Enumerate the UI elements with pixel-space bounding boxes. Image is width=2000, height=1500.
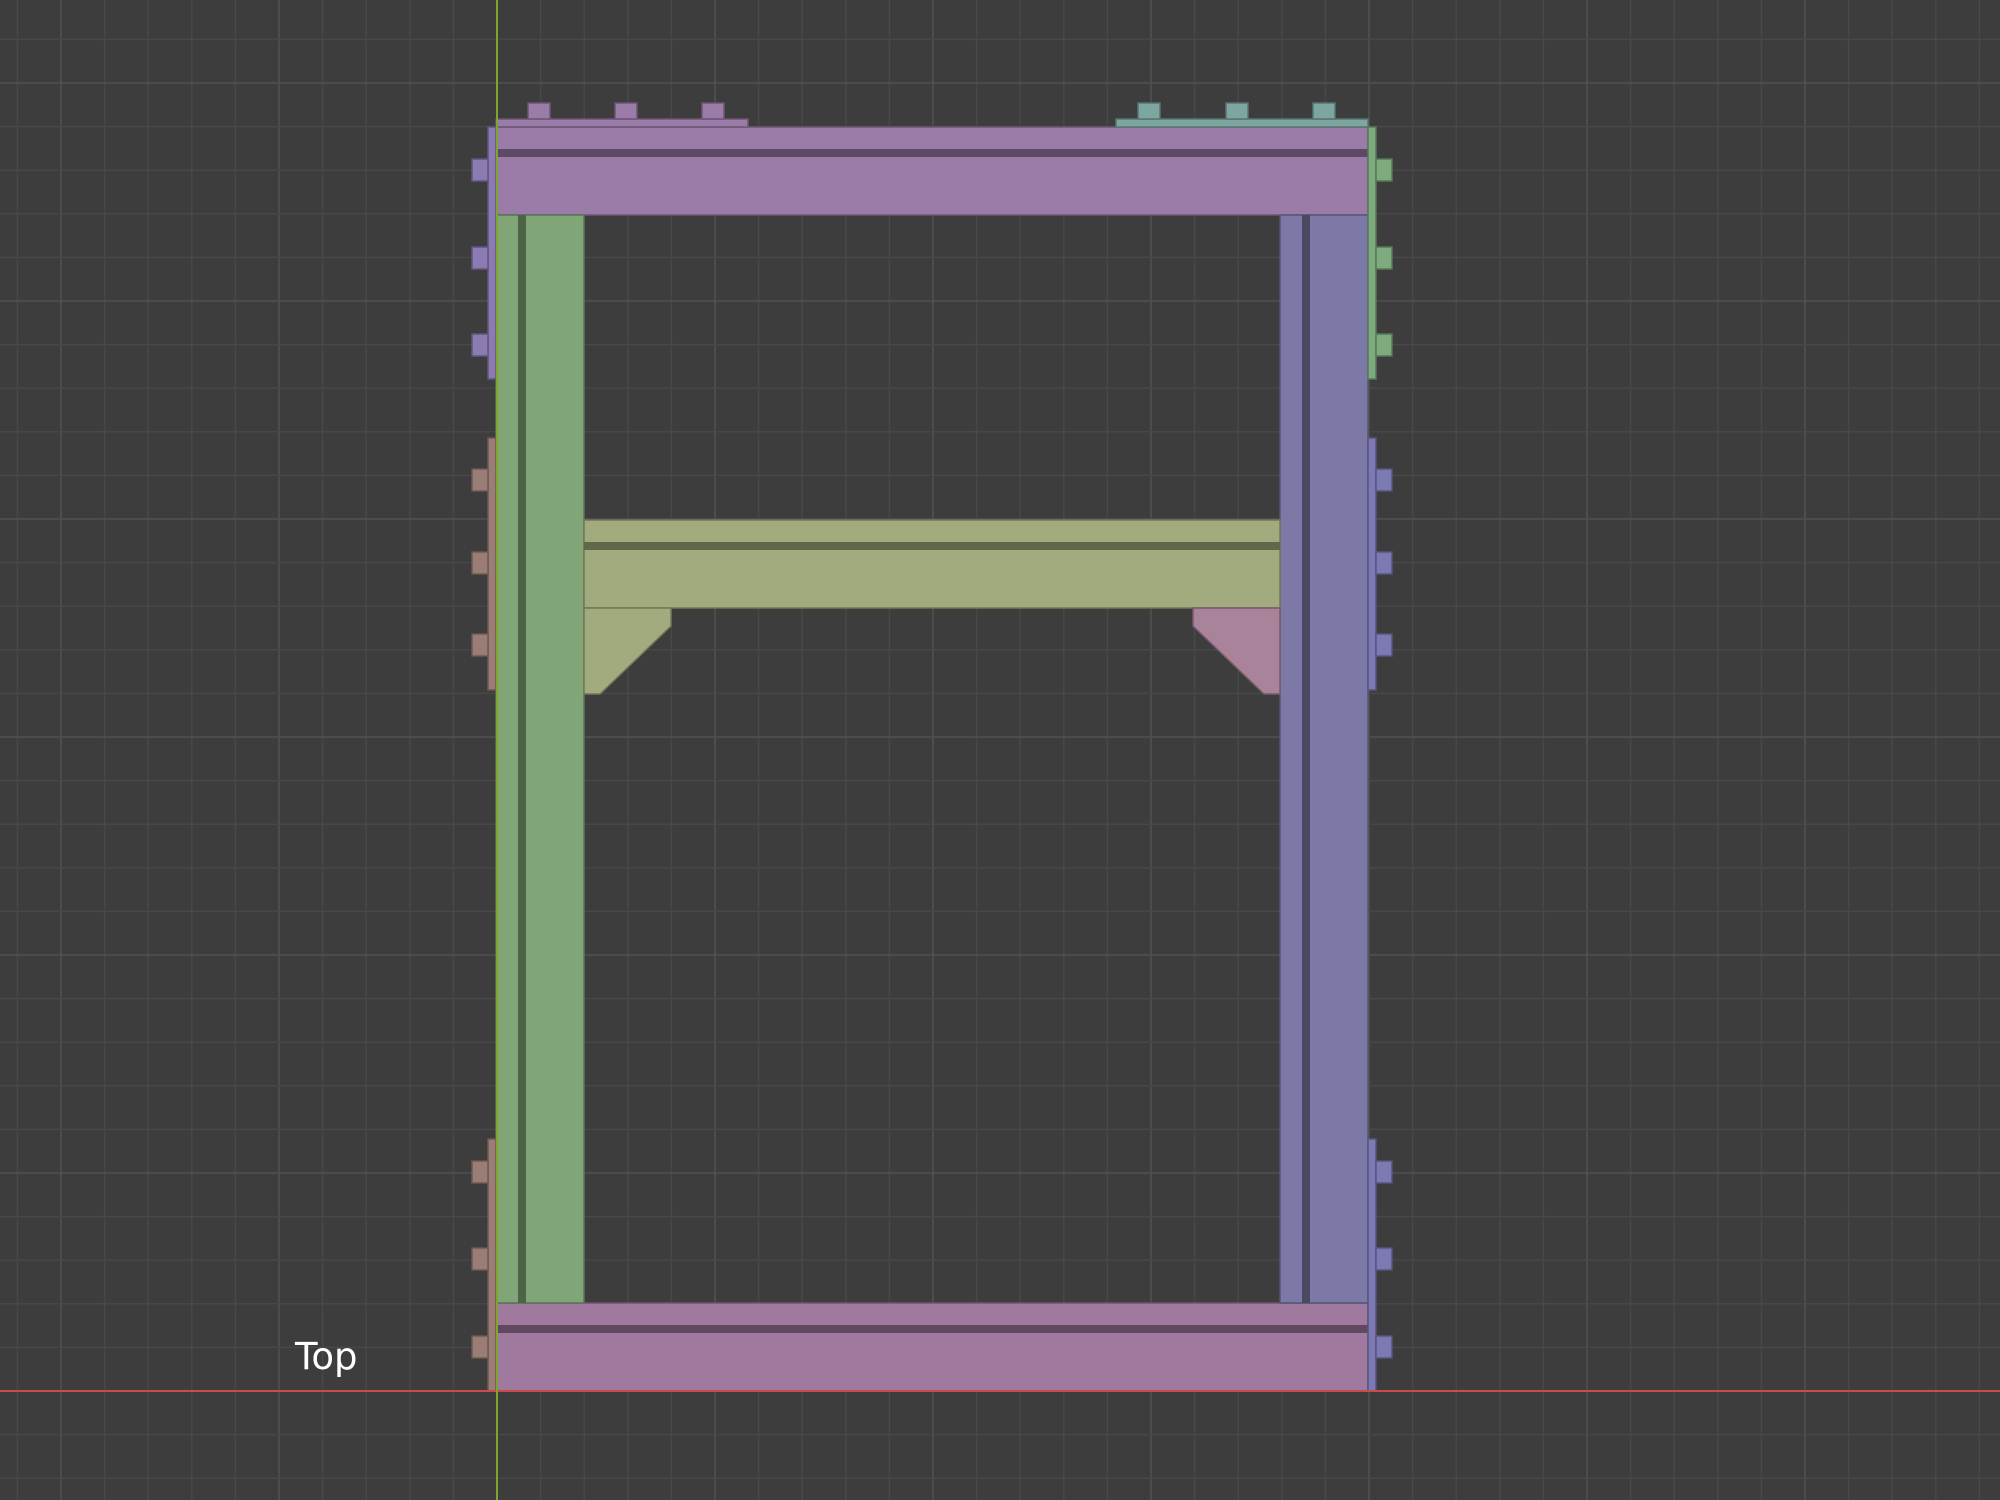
view-label: Top xyxy=(295,1335,358,1378)
viewport-axes xyxy=(0,0,2000,1500)
3d-viewport[interactable]: Top xyxy=(0,0,2000,1500)
